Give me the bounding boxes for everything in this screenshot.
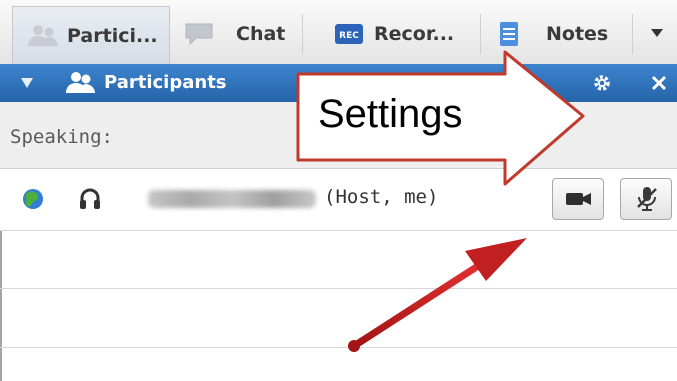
- tab-label: Recor...: [374, 23, 455, 45]
- globe-icon: [23, 189, 43, 209]
- close-icon[interactable]: [651, 75, 667, 91]
- video-button[interactable]: [552, 178, 604, 220]
- recorder-icon: REC: [335, 24, 363, 44]
- red-pointer-arrowhead: [465, 238, 527, 281]
- red-pointer-arrow-tail: [348, 340, 360, 352]
- list-divider: [0, 347, 677, 348]
- tab-divider: [302, 14, 303, 54]
- tab-notes[interactable]: Notes: [498, 12, 623, 56]
- video-camera-icon: [566, 193, 591, 205]
- callout-settings-label: Settings: [318, 92, 463, 136]
- participants-icon: [28, 24, 58, 46]
- tab-label: Notes: [546, 23, 609, 45]
- red-pointer-arrow-shaft: [350, 262, 482, 350]
- tab-label: Chat: [236, 23, 286, 45]
- tab-chat[interactable]: Chat: [184, 12, 296, 56]
- tab-recorder[interactable]: REC Recor...: [334, 12, 474, 56]
- gear-icon[interactable]: [592, 73, 612, 93]
- tab-divider: [480, 14, 481, 54]
- speaking-label: Speaking:: [10, 126, 113, 148]
- dropdown-arrow-icon[interactable]: [650, 28, 664, 38]
- panel-title: Participants: [104, 72, 227, 93]
- microphone-muted-icon: [637, 187, 657, 211]
- chat-icon: [185, 23, 213, 46]
- list-divider: [0, 288, 677, 289]
- mute-button[interactable]: [620, 178, 672, 220]
- participant-role: (Host, me): [324, 186, 439, 208]
- participant-row[interactable]: (Host, me): [0, 169, 677, 231]
- participants-icon: [66, 72, 95, 93]
- participant-name-redacted: [148, 190, 316, 208]
- tab-label: Partici...: [67, 24, 158, 47]
- tab-participants[interactable]: Partici...: [12, 6, 170, 64]
- tab-strip: Partici... Chat REC Recor... Notes: [0, 0, 677, 65]
- tab-divider: [632, 14, 633, 54]
- svg-text:REC: REC: [339, 31, 359, 41]
- notes-icon: [500, 22, 518, 46]
- headset-icon: [80, 188, 100, 209]
- collapse-triangle-icon[interactable]: [20, 77, 34, 89]
